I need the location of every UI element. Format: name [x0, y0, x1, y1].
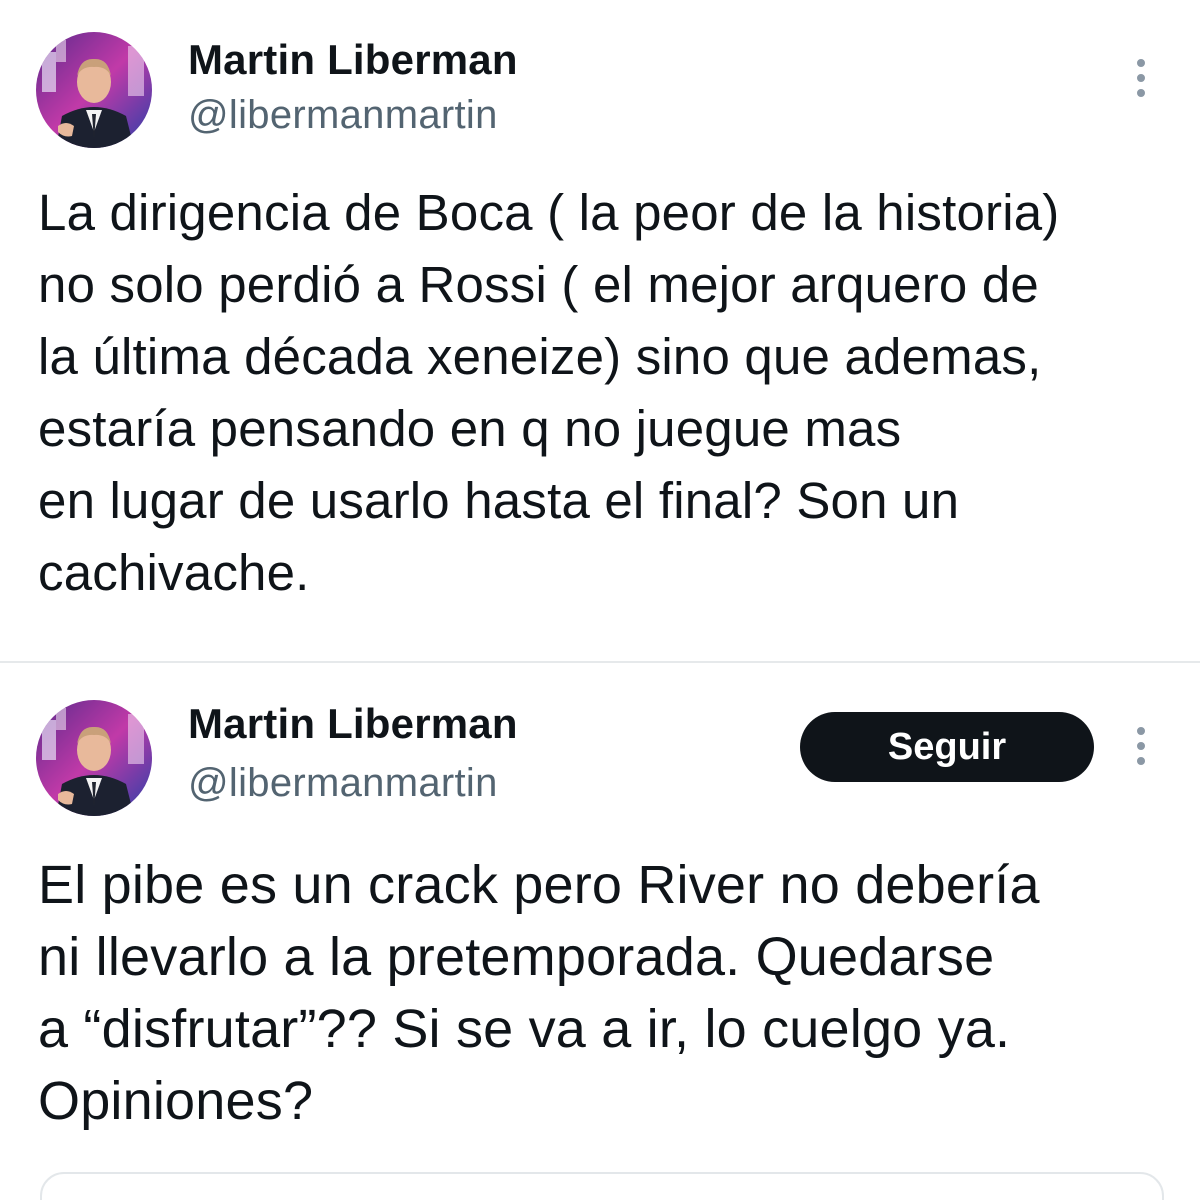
tweet-text: El pibe es un crack pero River no deberí…: [38, 849, 1188, 1137]
tweet-text-line: no solo perdió a Rossi ( el mejor arquer…: [38, 256, 1039, 313]
tweet-text-line: estaría pensando en q no juegue mas: [38, 400, 902, 457]
tweet-text-line: cachivache.: [38, 544, 310, 601]
tweet-text-line: ni llevarlo a la pretemporada. Quedarse: [38, 927, 995, 987]
tweet-text-line: Opiniones?: [38, 1071, 314, 1131]
tweet-divider: [0, 661, 1200, 663]
tweet-text-line: La dirigencia de Boca ( la peor de la hi…: [38, 184, 1060, 241]
author-name[interactable]: Martin Liberman: [188, 36, 518, 84]
tweet-card[interactable]: Martin Liberman @libermanmartin La dirig…: [0, 0, 1200, 662]
author-avatar[interactable]: [36, 32, 152, 148]
tweet-text-line: la última década xeneize) sino que adema…: [38, 328, 1042, 385]
tweet-text: La dirigencia de Boca ( la peor de la hi…: [38, 177, 1178, 609]
author-name[interactable]: Martin Liberman: [188, 700, 518, 748]
more-vertical-icon[interactable]: [1126, 56, 1156, 100]
tweet-text-line: en lugar de usarlo hasta el final? Son u…: [38, 472, 960, 529]
author-avatar[interactable]: [36, 700, 152, 816]
avatar-photo-icon: [36, 700, 152, 816]
tweet-text-line: El pibe es un crack pero River no deberí…: [38, 855, 1040, 915]
embedded-card[interactable]: [40, 1172, 1164, 1200]
more-vertical-icon[interactable]: [1126, 724, 1156, 768]
tweet-feed: Martin Liberman @libermanmartin La dirig…: [0, 0, 1200, 1200]
author-handle[interactable]: @libermanmartin: [188, 761, 498, 806]
author-handle[interactable]: @libermanmartin: [188, 93, 498, 138]
tweet-card[interactable]: Martin Liberman @libermanmartin Seguir E…: [0, 664, 1200, 1200]
tweet-text-line: a “disfrutar”?? Si se va a ir, lo cuelgo…: [38, 999, 1011, 1059]
follow-button[interactable]: Seguir: [800, 712, 1094, 782]
avatar-photo-icon: [36, 32, 152, 148]
